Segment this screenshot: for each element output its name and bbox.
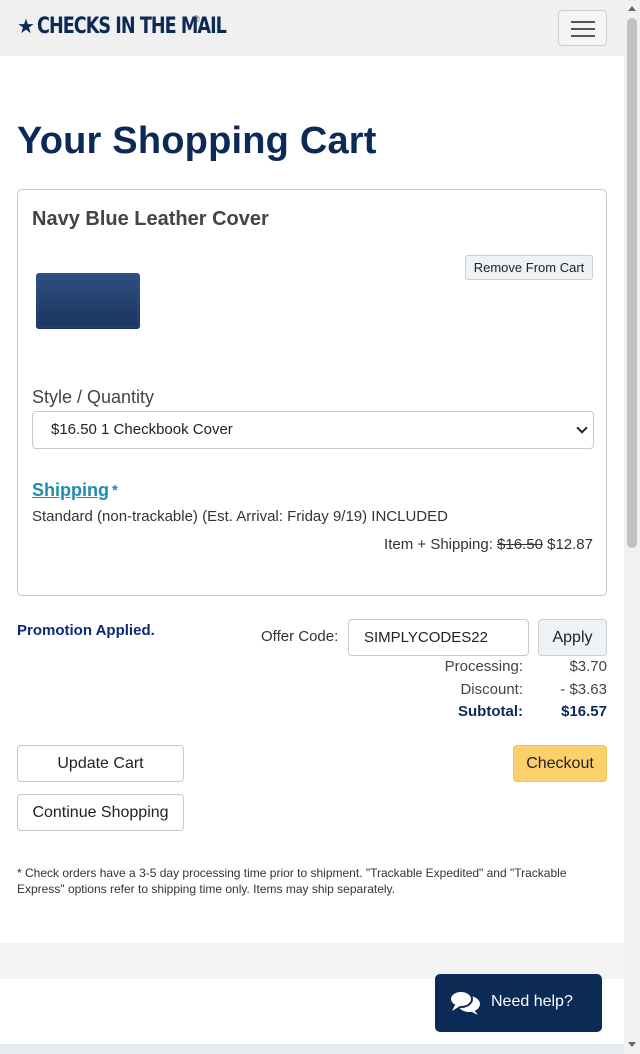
discount-value: - $3.63 xyxy=(560,681,607,698)
star-icon: ★ xyxy=(17,15,35,38)
hamburger-menu-icon xyxy=(571,28,595,30)
product-image xyxy=(36,273,140,329)
subtotal-label: Subtotal: xyxy=(458,703,523,720)
shipping-link[interactable]: Shipping xyxy=(32,480,109,501)
scroll-down-icon[interactable] xyxy=(628,1042,636,1047)
processing-value: $3.70 xyxy=(569,658,607,675)
item-shipping-label: Item + Shipping: xyxy=(384,536,493,553)
hamburger-menu-icon xyxy=(571,35,595,37)
product-title: Navy Blue Leather Cover xyxy=(32,208,269,230)
checkout-button[interactable]: Checkout xyxy=(513,745,607,782)
apply-code-button[interactable]: Apply xyxy=(538,619,607,656)
scrollbar-thumb[interactable] xyxy=(627,18,637,548)
chat-bubbles-icon xyxy=(449,990,480,1015)
continue-shopping-button[interactable]: Continue Shopping xyxy=(17,794,184,831)
need-help-chat-button[interactable]: Need help? xyxy=(435,974,602,1032)
cart-item-card: Navy Blue Leather Cover Remove From Cart… xyxy=(17,189,607,596)
subtotal-value: $16.57 xyxy=(561,703,607,720)
style-quantity-select[interactable]: $16.50 1 Checkbook Cover xyxy=(32,411,594,449)
page-title: Your Shopping Cart xyxy=(17,120,377,162)
menu-toggle-button[interactable] xyxy=(558,10,607,46)
promotion-status: Promotion Applied. xyxy=(17,622,155,639)
footer-bottom-band xyxy=(0,1044,624,1054)
chevron-down-icon xyxy=(576,422,588,434)
processing-label: Processing: xyxy=(444,658,523,675)
site-header: ★ CHECKS IN THE MAIL ® xyxy=(0,0,624,56)
offer-code-input[interactable]: SIMPLYCODES22 xyxy=(348,619,529,656)
offer-code-label: Offer Code: xyxy=(261,628,339,645)
style-quantity-label: Style / Quantity xyxy=(32,387,155,407)
item-shipping-old-price: $16.50 xyxy=(497,536,543,553)
scroll-up-icon[interactable] xyxy=(628,6,636,11)
remove-from-cart-button[interactable]: Remove From Cart xyxy=(465,255,593,280)
shipping-asterisk: * xyxy=(112,482,118,499)
registered-mark: ® xyxy=(193,14,200,24)
site-logo[interactable]: ★ CHECKS IN THE MAIL xyxy=(17,14,273,39)
shipping-footnote: * Check orders have a 3-5 day processing… xyxy=(17,866,567,896)
item-shipping-new-price: $12.87 xyxy=(547,536,593,553)
shipping-description: Standard (non-trackable) (Est. Arrival: … xyxy=(32,508,448,525)
hamburger-menu-icon xyxy=(571,21,595,23)
page-scrollbar[interactable] xyxy=(624,0,640,1054)
item-shipping-total: Item + Shipping: $16.50 $12.87 xyxy=(384,536,593,553)
update-cart-button[interactable]: Update Cart xyxy=(17,745,184,782)
discount-label: Discount: xyxy=(460,681,523,698)
chat-label: Need help? xyxy=(491,993,573,1010)
style-selected-value: $16.50 1 Checkbook Cover xyxy=(51,421,233,438)
